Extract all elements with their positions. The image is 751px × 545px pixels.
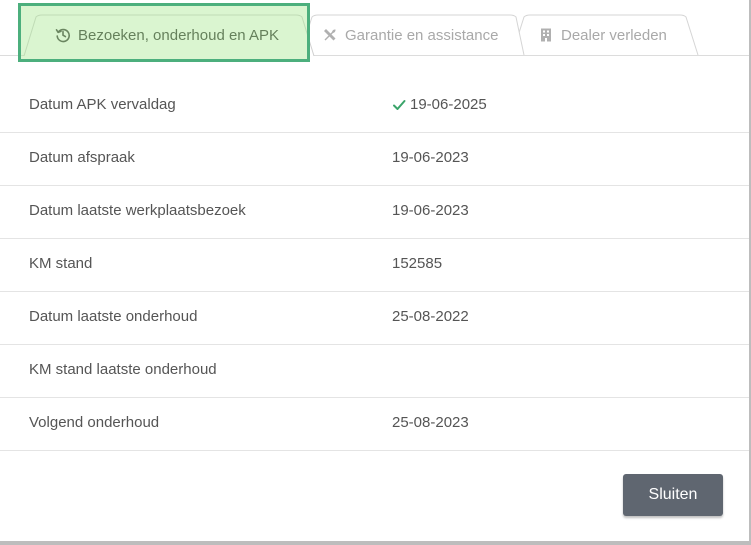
detail-label: KM stand — [29, 255, 93, 272]
detail-label: Datum laatste werkplaatsbezoek — [29, 202, 246, 219]
detail-row-last-maintenance: Datum laatste onderhoud 25-08-2022 — [0, 292, 749, 344]
tab-label: Bezoeken, onderhoud en APK — [78, 26, 279, 44]
detail-label: KM stand laatste onderhoud — [29, 361, 217, 378]
tab-warranty-assistance-label-wrap: Garantie en assistance — [322, 24, 498, 46]
detail-row-last-workshop-visit: Datum laatste werkplaatsbezoek 19-06-202… — [0, 186, 749, 238]
detail-value-wrap: 19-06-2025 — [392, 96, 487, 113]
detail-label: Datum laatste onderhoud — [29, 308, 198, 325]
close-button[interactable]: Sluiten — [623, 474, 723, 516]
detail-row-mileage-last-maintenance: KM stand laatste onderhoud — [0, 345, 749, 397]
history-icon — [55, 27, 71, 43]
row-divider — [0, 450, 749, 451]
tab-bar: Bezoeken, onderhoud en APK Garantie en a… — [0, 0, 749, 62]
tools-icon — [322, 27, 338, 43]
detail-row-appointment: Datum afspraak 19-06-2023 — [0, 133, 749, 185]
detail-label: Datum afspraak — [29, 149, 135, 166]
detail-row-next-maintenance: Volgend onderhoud 25-08-2023 — [0, 398, 749, 450]
tab-dealer-history-label-wrap: Dealer verleden — [538, 24, 667, 46]
detail-row-mileage: KM stand 152585 — [0, 239, 749, 291]
detail-value: 25-08-2023 — [392, 414, 469, 431]
tab-label: Dealer verleden — [561, 26, 667, 44]
tab-visits-maintenance-apk-label-wrap: Bezoeken, onderhoud en APK — [55, 24, 279, 46]
detail-label: Datum APK vervaldag — [29, 96, 176, 113]
detail-value: 152585 — [392, 255, 443, 272]
details-list: Datum APK vervaldag 19-06-2025 Datum afs… — [0, 80, 749, 451]
check-icon — [392, 98, 406, 112]
detail-value: 19-06-2025 — [410, 96, 487, 113]
tab-label: Garantie en assistance — [345, 26, 499, 44]
vehicle-details-modal: Bezoeken, onderhoud en APK Garantie en a… — [0, 0, 751, 545]
detail-row-apk-expiry: Datum APK vervaldag 19-06-2025 — [0, 80, 749, 132]
detail-value: 19-06-2023 — [392, 149, 469, 166]
building-icon — [538, 27, 554, 43]
detail-value: 19-06-2023 — [392, 202, 469, 219]
detail-label: Volgend onderhoud — [29, 414, 160, 431]
detail-value: 25-08-2022 — [392, 308, 469, 325]
